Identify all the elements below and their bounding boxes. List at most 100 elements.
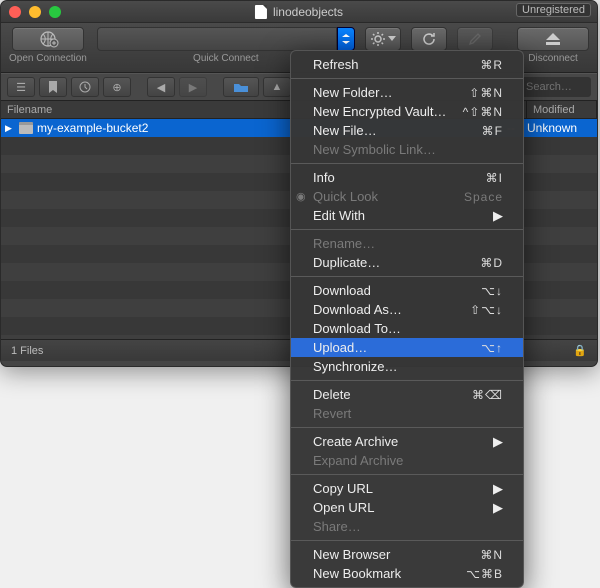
menu-shortcut: ⌥↑ [481,341,503,355]
menu-item-label: Quick Look [313,189,378,204]
refresh-icon [421,31,437,47]
submenu-icon: ▶ [493,434,503,450]
menu-item-new-file[interactable]: New File… ⌘F [291,121,523,140]
menu-item-label: Download [313,283,371,298]
menu-item-open-url[interactable]: Open URL▶ [291,498,523,517]
menu-item-edit-with[interactable]: Edit With ▶ [291,206,523,225]
menu-item-new-folder[interactable]: New Folder… ⇧⌘N [291,83,523,102]
menu-item-label: Info [313,170,335,185]
view-history-button[interactable] [71,77,99,97]
submenu-icon: ▶ [493,481,503,497]
menu-item-label: New Browser [313,547,390,562]
edit-button[interactable] [457,27,493,51]
zoom-icon[interactable] [49,6,61,18]
path-button[interactable] [223,77,259,97]
menu-item-expand-archive: Expand Archive [291,451,523,470]
refresh-button[interactable] [411,27,447,51]
menu-item-label: Copy URL [313,481,373,496]
menu-item-quick-look: ◉ Quick Look Space [291,187,523,206]
menu-item-download-as[interactable]: Download As… ⇧⌥↓ [291,300,523,319]
disclosure-icon[interactable]: ▶ [5,123,15,134]
menu-separator [291,163,523,164]
file-count: 1 Files [11,345,43,357]
menu-item-new-browser[interactable]: New Browser ⌘N [291,545,523,564]
menu-item-copy-url[interactable]: Copy URL ▶ [291,479,523,498]
disconnect-button[interactable] [517,27,589,51]
menu-shortcut: ⌘R [480,58,503,72]
nav-up-button[interactable]: ▲ [263,77,291,97]
menu-shortcut: ⇧⌘N [469,86,503,100]
menu-item-new-encrypted-vault[interactable]: New Encrypted Vault… ^⇧⌘N [291,102,523,121]
submenu-icon: ▶ [493,208,503,224]
quick-connect-dropdown[interactable] [337,27,355,51]
menu-separator [291,229,523,230]
open-connection-button[interactable] [12,27,84,51]
menu-item-label: Download To… [313,321,401,336]
view-bonjour-button[interactable]: ⊕ [103,77,131,97]
menu-item-label: Edit With [313,208,365,223]
menu-item-label: Download As… [313,302,402,317]
menu-item-delete[interactable]: Delete⌘⌫ [291,385,523,404]
menu-item-label: New Bookmark [313,566,401,581]
menu-item-label: Expand Archive [313,453,403,468]
menu-shortcut: ⌘N [480,548,503,562]
menu-item-label: Refresh [313,57,359,72]
window-controls [9,6,61,18]
unregistered-badge[interactable]: Unregistered [516,3,591,17]
menu-item-label: Share… [313,519,361,534]
action-menu-button[interactable] [365,27,401,51]
menu-separator [291,540,523,541]
view-bookmarks-button[interactable] [39,77,67,97]
menu-item-label: Duplicate… [313,255,380,270]
menu-item-label: New File… [313,123,377,138]
menu-item-synchronize[interactable]: Synchronize… [291,357,523,376]
menu-shortcut: ⌘F [482,124,503,138]
eject-icon [542,31,564,47]
minimize-icon[interactable] [29,6,41,18]
menu-separator [291,380,523,381]
menu-item-label: Rename… [313,236,375,251]
menu-item-revert: Revert [291,404,523,423]
menu-item-label: New Encrypted Vault… [313,104,446,119]
menu-item-label: New Folder… [313,85,392,100]
context-menu: Refresh ⌘R New Folder… ⇧⌘N New Encrypted Vau… [290,50,524,588]
search-input[interactable] [521,77,591,97]
menu-item-rename: Rename… [291,234,523,253]
lock-icon: 🔒 [573,344,587,357]
menu-item-info[interactable]: Info⌘I [291,168,523,187]
menu-shortcut: Space [464,190,503,204]
menu-item-share: Share… [291,517,523,536]
eye-icon: ◉ [296,190,306,203]
view-list-button[interactable]: ☰ [7,77,35,97]
menu-item-label: Revert [313,406,351,421]
menu-item-new-symbolic-link: New Symbolic Link… [291,140,523,159]
menu-item-label: Synchronize… [313,359,398,374]
menu-item-label: New Symbolic Link… [313,142,436,157]
menu-shortcut: ⇧⌥↓ [470,303,503,317]
title-text: linodeobjects [273,5,343,19]
menu-item-upload[interactable]: Upload…⌥↑ [291,338,523,357]
disconnect-label: Disconnect [528,53,577,64]
quick-connect-field[interactable] [97,27,337,51]
header-modified[interactable]: Modified [527,101,597,118]
menu-item-duplicate[interactable]: Duplicate… ⌘D [291,253,523,272]
menu-item-new-bookmark[interactable]: New Bookmark⌥⌘B [291,564,523,583]
menu-item-label: Delete [313,387,351,402]
menu-item-refresh[interactable]: Refresh ⌘R [291,55,523,74]
menu-shortcut: ⌘D [480,256,503,270]
menu-item-label: Create Archive [313,434,398,449]
document-icon [255,5,267,19]
nav-forward-button[interactable]: ▶ [179,77,207,97]
menu-item-download-to[interactable]: Download To… [291,319,523,338]
window-title: linodeobjects [255,5,343,19]
menu-shortcut: ⌥↓ [481,284,503,298]
menu-shortcut: ^⇧⌘N [463,105,503,119]
menu-separator [291,474,523,475]
titlebar[interactable]: linodeobjects Unregistered [1,1,597,23]
menu-item-create-archive[interactable]: Create Archive ▶ [291,432,523,451]
close-icon[interactable] [9,6,21,18]
gear-icon [370,31,386,47]
open-connection-label: Open Connection [9,53,87,64]
menu-item-download[interactable]: Download ⌥↓ [291,281,523,300]
nav-back-button[interactable]: ◀ [147,77,175,97]
